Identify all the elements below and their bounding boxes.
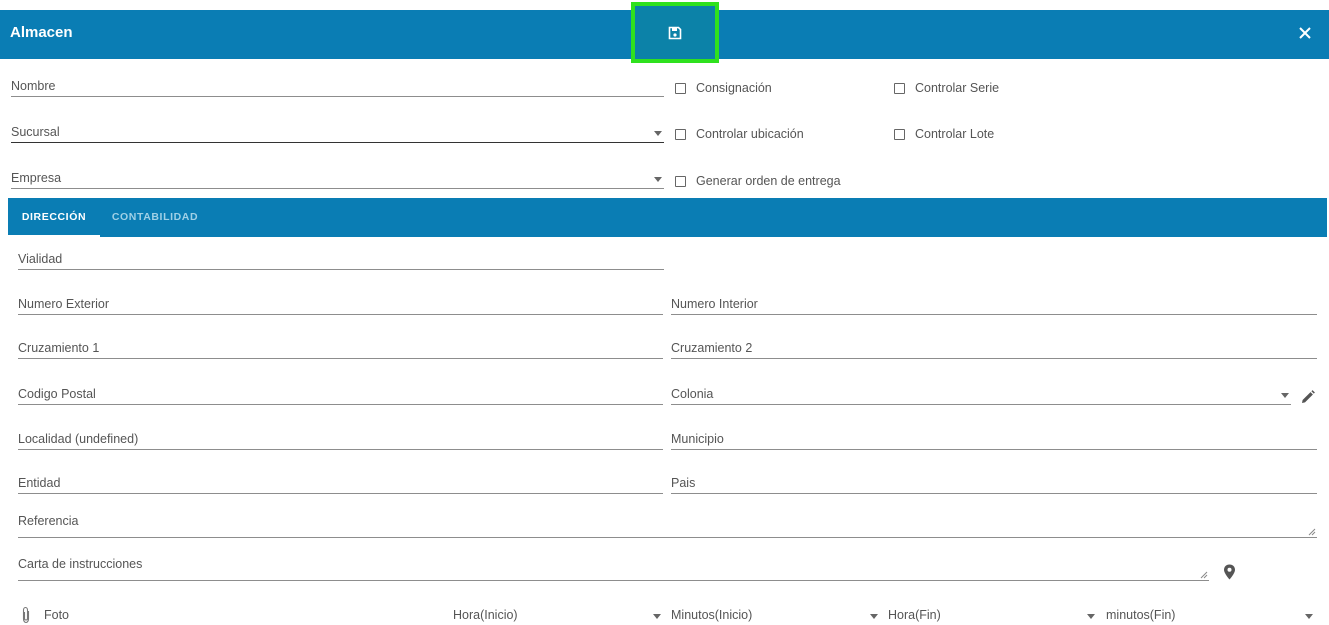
tab-direccion[interactable]: DIRECCIÓN <box>8 198 100 237</box>
localidad-label: Localidad (undefined) <box>18 432 139 446</box>
pais-label: Pais <box>671 476 696 490</box>
paperclip-icon[interactable] <box>21 606 31 624</box>
cruzamiento1-label: Cruzamiento 1 <box>18 341 100 355</box>
controlar-serie-label: Controlar Serie <box>915 81 1000 95</box>
controlar-lote-checkbox[interactable]: Controlar Lote <box>894 127 994 141</box>
colonia-select[interactable]: Colonia <box>671 381 1291 405</box>
tab-bar: DIRECCIÓN CONTABILIDAD <box>8 198 1327 237</box>
chevron-down-icon <box>654 131 662 136</box>
empresa-select[interactable]: Empresa <box>11 165 664 189</box>
numero-exterior-field[interactable]: Numero Exterior <box>18 291 663 315</box>
chevron-down-icon <box>653 614 661 619</box>
codigo-postal-field[interactable]: Codigo Postal <box>18 381 663 405</box>
codigo-postal-label: Codigo Postal <box>18 387 96 401</box>
hora-fin-label: Hora(Fin) <box>888 608 941 622</box>
sucursal-label: Sucursal <box>11 125 60 139</box>
close-icon <box>1299 27 1311 39</box>
referencia-label: Referencia <box>18 514 79 528</box>
save-button[interactable] <box>631 2 719 63</box>
minutos-inicio-label: Minutos(Inicio) <box>671 608 753 622</box>
pencil-icon[interactable] <box>1300 389 1316 405</box>
hora-inicio-label: Hora(Inicio) <box>453 608 518 622</box>
entidad-field[interactable]: Entidad <box>18 470 663 494</box>
entidad-label: Entidad <box>18 476 61 490</box>
numero-exterior-label: Numero Exterior <box>18 297 109 311</box>
cruzamiento2-label: Cruzamiento 2 <box>671 341 753 355</box>
checkbox-box[interactable] <box>894 128 905 140</box>
pais-field[interactable]: Pais <box>671 470 1317 494</box>
checkbox-box[interactable] <box>675 175 686 187</box>
numero-interior-label: Numero Interior <box>671 297 758 311</box>
vialidad-label: Vialidad <box>18 252 63 266</box>
chevron-down-icon <box>1305 614 1313 619</box>
controlar-lote-label: Controlar Lote <box>915 127 995 141</box>
hora-fin-select[interactable]: Hora(Fin) <box>888 601 1097 625</box>
controlar-ubicacion-checkbox[interactable]: Controlar ubicación <box>675 127 804 141</box>
empresa-label: Empresa <box>11 171 62 185</box>
consignacion-label: Consignación <box>696 81 772 95</box>
vialidad-field[interactable]: Vialidad <box>18 246 664 270</box>
localidad-field[interactable]: Localidad (undefined) <box>18 426 663 450</box>
chevron-down-icon <box>1281 393 1289 398</box>
carta-instrucciones-textarea[interactable]: Carta de instrucciones <box>18 553 1209 581</box>
nombre-field[interactable]: Nombre <box>11 73 664 97</box>
generar-orden-label: Generar orden de entrega <box>696 174 841 188</box>
checkbox-box[interactable] <box>675 128 686 140</box>
minutos-inicio-select[interactable]: Minutos(Inicio) <box>671 601 880 625</box>
controlar-serie-checkbox[interactable]: Controlar Serie <box>894 81 999 95</box>
cruzamiento1-field[interactable]: Cruzamiento 1 <box>18 335 663 359</box>
colonia-label: Colonia <box>671 387 714 401</box>
foto-label[interactable]: Foto <box>44 608 69 622</box>
resize-handle-icon[interactable] <box>1199 570 1208 579</box>
cruzamiento2-field[interactable]: Cruzamiento 2 <box>671 335 1317 359</box>
checkbox-box[interactable] <box>894 82 905 94</box>
minutos-fin-select[interactable]: minutos(Fin) <box>1106 601 1315 625</box>
minutos-fin-label: minutos(Fin) <box>1106 608 1176 622</box>
dialog-title: Almacen <box>10 24 73 41</box>
municipio-label: Municipio <box>671 432 724 446</box>
resize-handle-icon[interactable] <box>1307 527 1316 536</box>
checkbox-box[interactable] <box>675 82 686 94</box>
sucursal-select[interactable]: Sucursal <box>11 119 664 143</box>
generar-orden-checkbox[interactable]: Generar orden de entrega <box>675 174 841 188</box>
numero-interior-field[interactable]: Numero Interior <box>671 291 1317 315</box>
close-button[interactable] <box>1295 22 1315 44</box>
nombre-label: Nombre <box>11 79 56 93</box>
dialog-header: Almacen <box>0 2 1329 63</box>
floppy-disk-icon <box>668 26 682 39</box>
map-pin-icon[interactable] <box>1223 564 1236 580</box>
carta-instrucciones-label: Carta de instrucciones <box>18 557 143 571</box>
chevron-down-icon <box>654 177 662 182</box>
hora-inicio-select[interactable]: Hora(Inicio) <box>453 601 663 625</box>
chevron-down-icon <box>1087 614 1095 619</box>
tab-contabilidad[interactable]: CONTABILIDAD <box>105 198 205 237</box>
chevron-down-icon <box>870 614 878 619</box>
referencia-textarea[interactable]: Referencia <box>18 510 1317 538</box>
municipio-field[interactable]: Municipio <box>671 426 1317 450</box>
consignacion-checkbox[interactable]: Consignación <box>675 81 772 95</box>
controlar-ubicacion-label: Controlar ubicación <box>696 127 804 141</box>
